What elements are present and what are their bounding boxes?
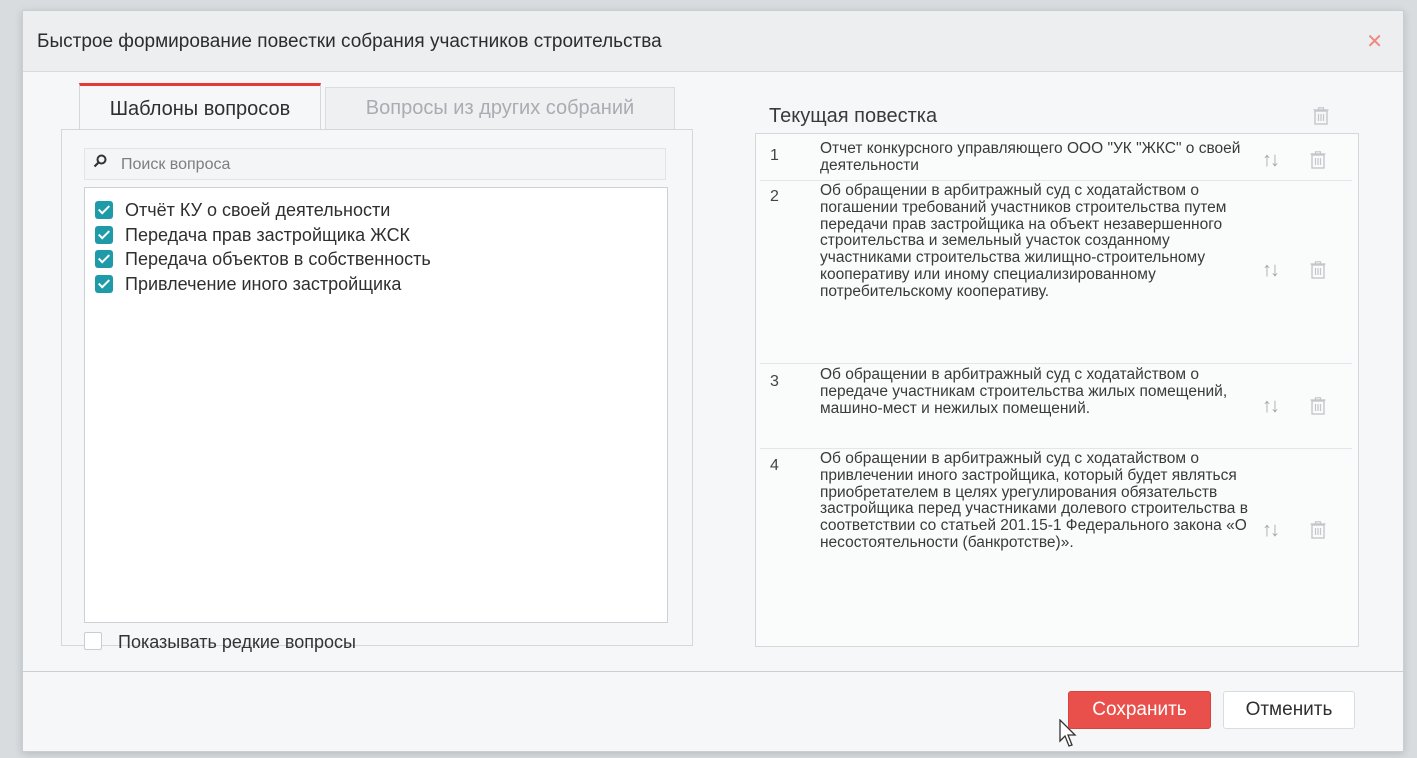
agenda-row: 1 Отчет конкурсного управляющего ООО "УК… [760, 138, 1352, 181]
question-label: Привлечение иного застройщика [125, 274, 402, 294]
tab-other-meetings[interactable]: Вопросы из других собраний [325, 87, 675, 129]
question-label: Отчёт КУ о своей деятельности [125, 200, 391, 220]
mouse-cursor-icon [1059, 718, 1079, 754]
show-rare-checkbox[interactable] [84, 632, 102, 650]
close-icon[interactable]: ✕ [1366, 29, 1383, 54]
search-input[interactable] [119, 153, 643, 177]
checkbox-checked[interactable] [95, 275, 113, 293]
tab-question-templates[interactable]: Шаблоны вопросов [79, 83, 321, 133]
save-button[interactable]: Сохранить [1068, 691, 1211, 729]
agenda-item-number: 3 [770, 373, 779, 390]
agenda-item-text: Об обращении в арбитражный суд с ходатай… [820, 450, 1248, 551]
delete-trash-icon[interactable] [1310, 521, 1326, 539]
question-label: Передача прав застройщика ЖСК [125, 225, 411, 245]
agenda-item-number: 1 [770, 147, 779, 164]
agenda-item-text: Об обращении в арбитражный суд с ходатай… [820, 366, 1228, 417]
move-arrows-icon[interactable]: ↑↓ [1262, 395, 1280, 418]
move-arrows-icon[interactable]: ↑↓ [1262, 149, 1280, 172]
delete-trash-icon[interactable] [1310, 151, 1326, 169]
templates-panel: Отчёт КУ о своей деятельности Передача п… [61, 129, 693, 652]
checkbox-checked[interactable] [95, 226, 113, 244]
move-arrows-icon[interactable]: ↑↓ [1262, 259, 1280, 282]
agenda-item-text: Отчет конкурсного управляющего ООО "УК "… [820, 140, 1241, 174]
agenda-row: 2 Об обращении в арбитражный суд с ходат… [760, 181, 1352, 364]
search-box [84, 148, 666, 180]
search-icon [93, 154, 107, 172]
checkbox-checked[interactable] [95, 250, 113, 268]
agenda-list: 1 Отчет конкурсного управляющего ООО "УК… [755, 133, 1359, 647]
agenda-item-number: 4 [770, 457, 779, 474]
dialog-title: Быстрое формирование повестки собрания у… [37, 31, 662, 52]
agenda-row: 4 Об обращении в арбитражный суд с ходат… [760, 449, 1352, 619]
delete-trash-icon[interactable] [1310, 397, 1326, 415]
question-list: Отчёт КУ о своей деятельности Передача п… [84, 187, 668, 623]
agenda-item-text: Об обращении в арбитражный суд с ходатай… [820, 182, 1227, 300]
delete-trash-icon[interactable] [1310, 261, 1326, 279]
agenda-row: 3 Об обращении в арбитражный суд с ходат… [760, 364, 1352, 449]
footer-divider [23, 671, 1403, 672]
agenda-title: Текущая повестка [769, 105, 938, 127]
clear-agenda-trash-icon[interactable] [1313, 107, 1329, 130]
checkbox-checked[interactable] [95, 201, 113, 219]
cancel-button[interactable]: Отменить [1223, 691, 1355, 729]
agenda-item-number: 2 [770, 188, 779, 205]
question-label: Передача объектов в собственность [125, 249, 431, 269]
move-arrows-icon[interactable]: ↑↓ [1262, 519, 1280, 542]
dialog-titlebar: Быстрое формирование повестки собрания у… [23, 11, 1403, 72]
agenda-dialog: Быстрое формирование повестки собрания у… [22, 10, 1404, 752]
show-rare-label: Показывать редкие вопросы [118, 632, 356, 652]
